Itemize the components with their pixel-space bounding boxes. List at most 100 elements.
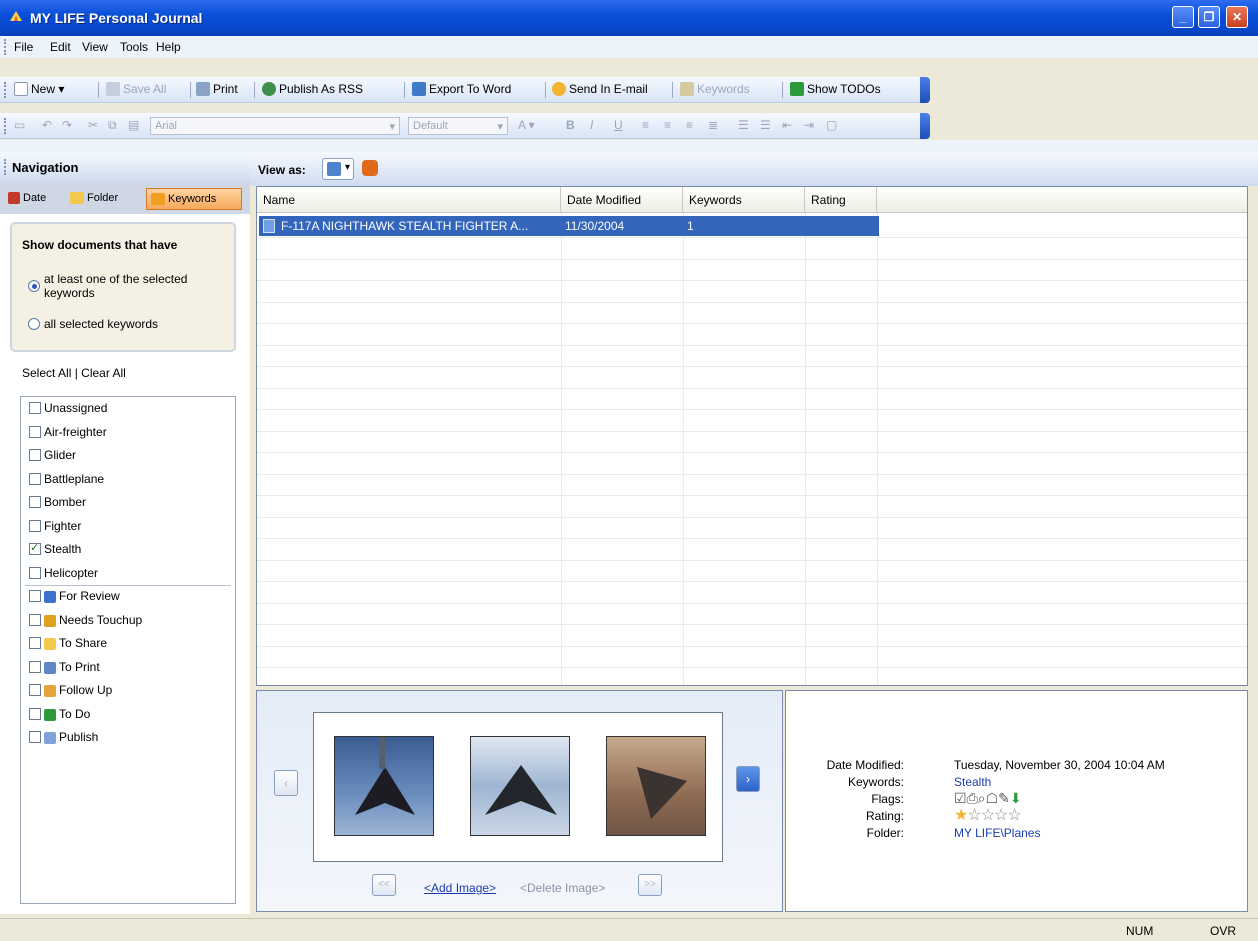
clear-all-link[interactable]: Clear All bbox=[81, 366, 126, 380]
keyword-item[interactable]: Fighter bbox=[29, 519, 81, 533]
column-keywords[interactable]: Keywords bbox=[683, 187, 805, 213]
keyword-checkbox[interactable] bbox=[29, 541, 41, 555]
maximize-button[interactable]: ❐ bbox=[1198, 6, 1220, 28]
flag-item[interactable]: For Review bbox=[29, 589, 120, 603]
keyword-checkbox[interactable] bbox=[29, 496, 41, 508]
keyword-checkbox[interactable] bbox=[29, 402, 41, 414]
align-center-icon[interactable]: ≡ bbox=[664, 118, 671, 132]
italic-icon[interactable]: I bbox=[590, 118, 593, 132]
toolbar-overflow[interactable] bbox=[920, 77, 930, 103]
prev-image-button[interactable]: ‹ bbox=[274, 770, 298, 796]
menu-help[interactable]: Help bbox=[156, 40, 181, 54]
keyword-item[interactable]: Battleplane bbox=[29, 472, 104, 486]
flag-item[interactable]: To Do bbox=[29, 707, 90, 721]
keyword-item[interactable]: Bomber bbox=[29, 495, 86, 509]
outdent-icon[interactable]: ⇤ bbox=[782, 118, 792, 132]
tab-folder[interactable]: Folder bbox=[66, 188, 140, 210]
border-icon[interactable]: ▢ bbox=[826, 118, 837, 132]
column-name[interactable]: Name bbox=[257, 187, 561, 213]
keyword-item[interactable]: Unassigned bbox=[29, 401, 107, 415]
flag-checkbox[interactable] bbox=[29, 637, 41, 649]
delete-image-link[interactable]: <Delete Image> bbox=[520, 881, 605, 895]
next-image-button[interactable]: › bbox=[736, 766, 760, 792]
copy-icon[interactable]: ⧉ bbox=[108, 118, 117, 133]
star-empty-icon[interactable]: ☆ bbox=[981, 807, 995, 824]
thumbnail-image[interactable] bbox=[470, 736, 570, 836]
close-button[interactable]: ✕ bbox=[1226, 6, 1248, 28]
rating-stars[interactable]: ★☆☆☆☆ bbox=[954, 805, 1022, 825]
menu-tools[interactable]: Tools bbox=[120, 40, 148, 54]
font-color-icon[interactable]: A ▾ bbox=[518, 118, 535, 132]
keyword-checkbox[interactable] bbox=[29, 425, 41, 438]
menu-file[interactable]: File bbox=[14, 40, 33, 54]
send-email-button[interactable]: Send In E-mail bbox=[552, 82, 648, 96]
undo-icon[interactable]: ↶ bbox=[42, 118, 52, 132]
redo-icon[interactable]: ↷ bbox=[62, 118, 72, 132]
radio-all-keywords[interactable] bbox=[28, 318, 40, 330]
cut-icon[interactable]: ✂ bbox=[88, 118, 98, 132]
keyword-item[interactable]: Stealth bbox=[29, 541, 81, 556]
underline-icon[interactable]: U bbox=[614, 118, 623, 132]
flag-checkbox[interactable] bbox=[29, 684, 41, 696]
minimize-button[interactable]: _ bbox=[1172, 6, 1194, 28]
save-all-button[interactable]: Save All bbox=[106, 82, 166, 96]
align-right-icon[interactable]: ≡ bbox=[686, 118, 693, 132]
star-empty-icon[interactable]: ☆ bbox=[1007, 807, 1021, 824]
star-empty-icon[interactable]: ☆ bbox=[994, 807, 1008, 824]
flag-item[interactable]: Needs Touchup bbox=[29, 613, 142, 627]
publish-rss-button[interactable]: Publish As RSS bbox=[262, 82, 363, 96]
print-button[interactable]: Print bbox=[196, 82, 238, 96]
thumbnail-image[interactable] bbox=[606, 736, 706, 836]
style-select[interactable]: Default ▾ bbox=[408, 117, 508, 135]
flag-item[interactable]: To Print bbox=[29, 660, 100, 674]
show-todos-button[interactable]: Show TODOs bbox=[790, 82, 881, 96]
flag-checkbox[interactable] bbox=[29, 590, 41, 602]
thumbnail-image[interactable] bbox=[334, 736, 434, 836]
keyword-item[interactable]: Glider bbox=[29, 448, 76, 462]
flag-checkbox[interactable] bbox=[29, 613, 41, 626]
tab-keywords[interactable]: Keywords bbox=[146, 188, 242, 210]
star-filled-icon[interactable]: ★ bbox=[954, 807, 968, 824]
indent-icon[interactable]: ⇥ bbox=[804, 118, 814, 132]
radio-any-keyword[interactable] bbox=[28, 280, 40, 292]
keywords-value[interactable]: Stealth bbox=[954, 775, 991, 789]
bullets-icon[interactable]: ☰ bbox=[738, 118, 749, 132]
keyword-checkbox[interactable] bbox=[29, 449, 41, 461]
menu-view[interactable]: View bbox=[82, 40, 108, 54]
folder-value[interactable]: MY LIFE\Planes bbox=[954, 826, 1040, 840]
flag-checkbox[interactable] bbox=[29, 707, 41, 720]
keyword-checkbox[interactable] bbox=[29, 566, 41, 579]
add-image-link[interactable]: <Add Image> bbox=[424, 881, 496, 895]
column-date-modified[interactable]: Date Modified bbox=[561, 187, 683, 213]
keyword-checkbox[interactable] bbox=[29, 472, 41, 485]
export-word-button[interactable]: Export To Word bbox=[412, 82, 511, 96]
paste-icon[interactable]: ▤ bbox=[128, 118, 139, 132]
tab-date[interactable]: Date bbox=[4, 188, 62, 210]
last-image-button[interactable]: >> bbox=[638, 874, 662, 896]
new-button[interactable]: New ▾ bbox=[14, 82, 64, 96]
table-row[interactable]: F-117A NIGHTHAWK STEALTH FIGHTER A... 11… bbox=[259, 216, 879, 236]
flag-checkbox[interactable] bbox=[29, 660, 41, 673]
justify-icon[interactable]: ≣ bbox=[708, 118, 718, 132]
save-icon[interactable]: ▭ bbox=[14, 118, 25, 132]
clear-filter-icon[interactable] bbox=[362, 160, 378, 176]
flag-item[interactable]: Publish bbox=[29, 730, 98, 744]
flag-checkbox[interactable] bbox=[29, 731, 41, 743]
align-left-icon[interactable]: ≡ bbox=[642, 118, 649, 132]
view-mode-dropdown[interactable]: ▾ bbox=[322, 158, 354, 180]
star-empty-icon[interactable]: ☆ bbox=[967, 807, 981, 824]
toolbar-overflow[interactable] bbox=[920, 113, 930, 139]
font-select[interactable]: Arial ▾ bbox=[150, 117, 400, 135]
keyword-item[interactable]: Air-freighter bbox=[29, 425, 107, 439]
column-rating[interactable]: Rating bbox=[805, 187, 877, 213]
menu-edit[interactable]: Edit bbox=[50, 40, 71, 54]
keyword-checkbox[interactable] bbox=[29, 519, 41, 532]
flag-item[interactable]: Follow Up bbox=[29, 683, 112, 697]
bold-icon[interactable]: B bbox=[566, 118, 575, 132]
flag-item[interactable]: To Share bbox=[29, 636, 107, 650]
first-image-button[interactable]: << bbox=[372, 874, 396, 896]
keyword-item[interactable]: Helicopter bbox=[29, 566, 98, 580]
keywords-button[interactable]: Keywords bbox=[680, 82, 750, 96]
select-all-link[interactable]: Select All bbox=[22, 366, 71, 380]
numbering-icon[interactable]: ☰ bbox=[760, 118, 771, 132]
